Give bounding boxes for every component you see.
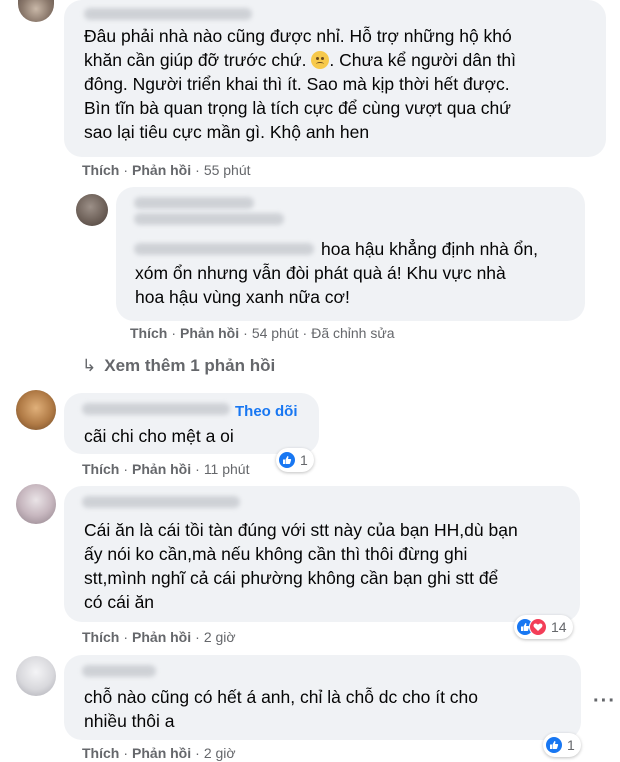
like-reaction-icon [545,736,563,754]
blurred-commenter-name[interactable] [82,403,230,415]
like-reaction-icon [278,451,296,469]
comment-text-5: chỗ nào cũng có hết á anh, chỉ là chỗ dc… [84,687,479,731]
like-button[interactable]: Thích [130,325,167,341]
comment-text-2: hoa hậu khẳng định nhà ổn, xóm ổn nhưng … [135,239,538,307]
comment-text-3: cãi chi cho mệt a oi [84,426,234,446]
timestamp[interactable]: 2 giờ [204,629,236,645]
follow-button[interactable]: Theo dõi [235,403,298,420]
avatar[interactable] [16,656,56,696]
reply-button[interactable]: Phản hồi [132,745,191,761]
timestamp[interactable]: 55 phút [204,162,251,178]
comment-actions-4: Thích · Phản hồi · 2 giờ [82,629,236,645]
blurred-commenter-name[interactable] [134,197,254,209]
reaction-count[interactable]: 14 [514,615,573,639]
blurred-commenter-name[interactable] [82,496,240,508]
reply-arrow-icon: ↳ [82,356,97,375]
like-button[interactable]: Thích [82,745,119,761]
timestamp[interactable]: 54 phút [252,325,299,341]
comment-actions-2: Thích · Phản hồi · 54 phút · Đã chỉnh sửa [130,325,395,341]
comment-text-1: Đâu phải nhà nào cũng được nhỉ. Hỗ trợ n… [84,26,517,142]
comment-actions-3: Thích · Phản hồi · 11 phút [82,461,250,477]
avatar[interactable] [18,0,54,22]
reply-button[interactable]: Phản hồi [132,629,191,645]
comment-text-4: Cái ăn là cái tồi tàn đúng với stt này c… [84,520,518,612]
reply-button[interactable]: Phản hồi [132,461,191,477]
reaction-count[interactable]: 1 [276,448,314,472]
sad-face-emoji-icon [311,51,330,69]
blurred-commenter-name[interactable] [84,8,252,20]
timestamp[interactable]: 11 phút [204,461,250,477]
love-reaction-icon [529,618,547,636]
comment-actions-5: Thích · Phản hồi · 2 giờ [82,745,236,761]
avatar[interactable] [76,194,108,226]
timestamp[interactable]: 2 giờ [204,745,236,761]
blurred-commenter-name[interactable] [82,665,156,677]
reply-button[interactable]: Phản hồi [132,162,191,178]
avatar[interactable] [16,390,56,430]
more-options-icon[interactable]: ··· [593,690,616,713]
like-button[interactable]: Thích [82,461,119,477]
edited-label[interactable]: Đã chỉnh sửa [311,325,394,341]
like-button[interactable]: Thích [82,629,119,645]
see-more-replies-link[interactable]: ↳ Xem thêm 1 phản hồi [82,356,275,376]
blurred-commenter-name[interactable] [134,213,284,225]
comment-actions-1: Thích · Phản hồi · 55 phút [82,162,251,178]
reply-button[interactable]: Phản hồi [180,325,239,341]
reaction-count[interactable]: 1 [543,733,581,757]
avatar[interactable] [16,484,56,524]
like-button[interactable]: Thích [82,162,119,178]
